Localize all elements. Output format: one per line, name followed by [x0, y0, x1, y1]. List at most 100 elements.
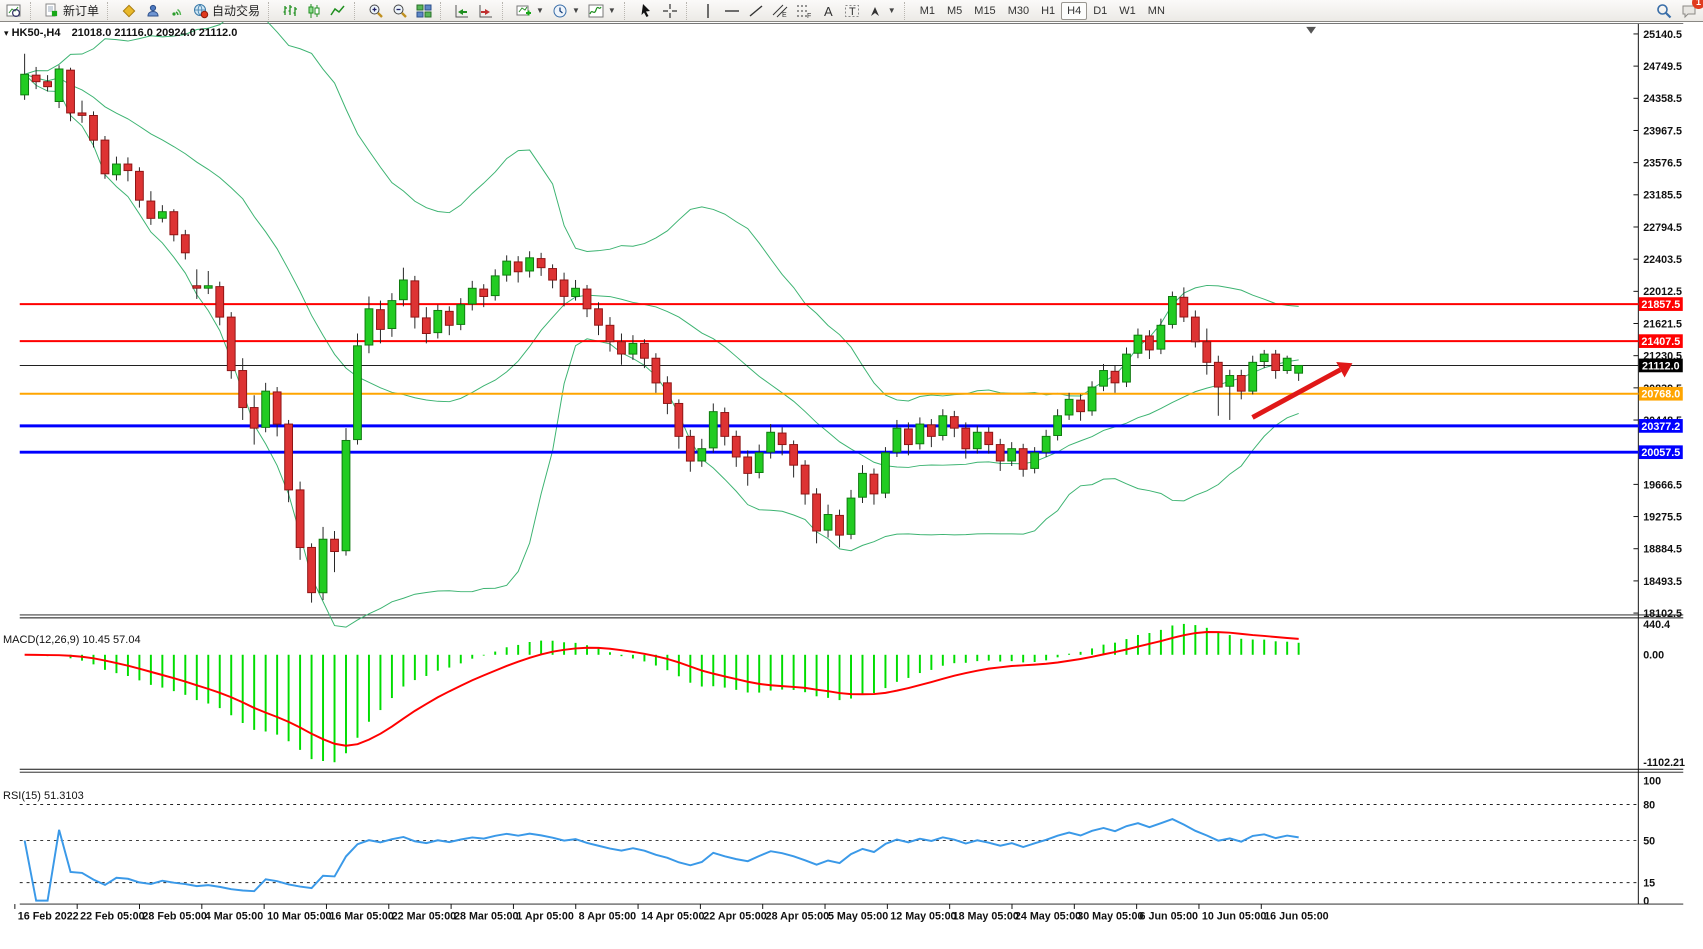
timeframe-mn-button[interactable]: MN	[1142, 2, 1171, 20]
svg-text:28 Feb 05:00: 28 Feb 05:00	[142, 911, 206, 923]
zoom-out-button[interactable]	[388, 0, 412, 23]
crosshair-tool-button[interactable]	[658, 0, 682, 23]
trendline-button[interactable]	[744, 0, 768, 23]
chevron-down-icon: ▼	[887, 6, 896, 15]
toolbar-separator	[268, 1, 274, 20]
chevron-down-icon: ▼	[571, 6, 580, 15]
profiles-button[interactable]	[141, 0, 165, 23]
svg-text:440.4: 440.4	[1643, 619, 1670, 631]
timeframe-m5-button[interactable]: M5	[941, 2, 968, 20]
timeframe-d1-button[interactable]: D1	[1087, 2, 1113, 20]
svg-text:30 May 05:00: 30 May 05:00	[1077, 911, 1143, 923]
signals-button[interactable]	[165, 0, 189, 23]
svg-text:16 Feb 2022: 16 Feb 2022	[18, 911, 79, 923]
hline-tool-icon	[724, 3, 740, 19]
chart-area[interactable]: 25140.5 24749.5 24358.5 23967.5 23576.5 23185…	[0, 22, 1703, 949]
toolbar-separator	[623, 1, 630, 20]
svg-text:0: 0	[1643, 896, 1649, 908]
arrows-button[interactable]: ▼	[864, 0, 900, 23]
svg-text:T: T	[849, 6, 856, 18]
toolbar-group: E F A T ▼	[696, 0, 900, 22]
svg-text:22 Apr 05:00: 22 Apr 05:00	[703, 911, 766, 923]
chart-shift-icon	[478, 3, 494, 19]
chart-shift-button[interactable]	[474, 0, 498, 23]
toolbar-separator	[30, 1, 36, 20]
svg-text:24749.5: 24749.5	[1643, 61, 1682, 73]
timeframe-m15-button[interactable]: M15	[968, 2, 1001, 20]
main-toolbar: 新订单 自动交易 ▼ ▼ ▼ E F A T ▼ M1 M5 M15 M30 H1 H4 D1 W1 MN 1	[0, 0, 1703, 22]
timeframe-h1-button[interactable]: H1	[1035, 2, 1061, 20]
autotrade-icon	[193, 3, 209, 19]
svg-text:22403.5: 22403.5	[1643, 254, 1682, 266]
svg-text:18884.5: 18884.5	[1643, 544, 1682, 556]
indicators-button[interactable]: ▼	[584, 0, 620, 23]
chevron-down-icon: ▼	[607, 6, 616, 15]
fibonacci-button[interactable]: F	[792, 0, 816, 23]
search-button[interactable]	[1652, 0, 1676, 23]
bar-chart-button[interactable]	[278, 0, 302, 23]
toolbar-group	[278, 0, 350, 22]
periods-button[interactable]: ▼	[548, 0, 584, 23]
timeframe-m30-button[interactable]: M30	[1002, 2, 1035, 20]
svg-text:16 Jun 05:00: 16 Jun 05:00	[1264, 911, 1328, 923]
auto-scroll-icon	[454, 3, 470, 19]
cursor-tool-button[interactable]	[634, 0, 658, 23]
mt4-window: 新订单 自动交易 ▼ ▼ ▼ E F A T ▼ M1 M5 M15 M30 H1 H4 D1 W1 MN 1 251…	[0, 0, 1703, 949]
zoom-out-icon	[392, 3, 408, 19]
svg-text:23185.5: 23185.5	[1643, 190, 1682, 202]
toolbar-group: 新订单	[40, 0, 103, 22]
equidistant-channel-button[interactable]: E	[768, 0, 792, 23]
new-order-button-label: 新订单	[63, 4, 100, 18]
signal-icon	[169, 3, 185, 19]
svg-text:E: E	[782, 12, 787, 19]
price-chart-canvas[interactable]: 25140.5 24749.5 24358.5 23967.5 23576.5 23185…	[0, 22, 1703, 949]
toolbar-group: ▼ ▼ ▼	[512, 0, 620, 22]
toolbar-group	[634, 0, 682, 22]
svg-text:100: 100	[1643, 775, 1661, 787]
svg-text:22794.5: 22794.5	[1643, 222, 1682, 234]
text-label-button[interactable]: T	[840, 0, 864, 23]
svg-text:F: F	[807, 13, 811, 19]
auto-trading-button[interactable]: 自动交易	[189, 0, 264, 23]
toolbar-group	[2, 0, 26, 22]
notifications-button[interactable]: 1	[1677, 0, 1703, 23]
svg-text:20768.0: 20768.0	[1641, 389, 1680, 401]
toolbar-group	[450, 0, 498, 22]
zoom-in-button[interactable]	[364, 0, 388, 23]
svg-text:4 Mar 05:00: 4 Mar 05:00	[205, 911, 264, 923]
timeframe-m1-button[interactable]: M1	[914, 2, 941, 20]
search-icon	[1656, 3, 1672, 19]
svg-text:80: 80	[1643, 799, 1655, 811]
gold-diamond-icon	[121, 3, 137, 19]
toolbar-group: 自动交易	[117, 0, 264, 22]
tile-windows-button[interactable]	[412, 0, 436, 23]
candlestick-chart-button[interactable]	[302, 0, 326, 23]
notification-badge: 1	[1692, 0, 1703, 9]
auto-scroll-button[interactable]	[450, 0, 474, 23]
svg-text:21857.5: 21857.5	[1641, 299, 1680, 311]
window-chart-icon	[6, 3, 22, 19]
symbol-timeframe-label: HK50-,H4	[11, 27, 61, 39]
svg-text:22012.5: 22012.5	[1643, 286, 1682, 298]
window-chart-icon[interactable]	[2, 0, 26, 23]
text-button[interactable]: A	[816, 0, 840, 23]
svg-text:8 Apr 05:00: 8 Apr 05:00	[579, 911, 637, 923]
market-watch-button[interactable]	[117, 0, 141, 23]
horizontal-line-button[interactable]	[720, 0, 744, 23]
new-chart-button[interactable]: ▼	[512, 0, 548, 23]
vline-tool-icon	[700, 3, 716, 19]
chart-title: ▾ HK50-,H4 21018.0 21116.0 20924.0 21112…	[4, 27, 237, 39]
new-order-button[interactable]: 新订单	[40, 0, 103, 23]
timeframe-h4-button[interactable]: H4	[1061, 1, 1088, 20]
channel-tool-icon: E	[772, 3, 788, 19]
candlestick-icon	[306, 3, 322, 19]
symbol-marker-icon: ▾	[4, 28, 9, 38]
toolbar-group	[364, 0, 436, 22]
vertical-line-button[interactable]	[696, 0, 720, 23]
timeframe-w1-button[interactable]: W1	[1113, 2, 1142, 20]
svg-text:20377.2: 20377.2	[1641, 421, 1680, 433]
zoom-in-icon	[368, 3, 384, 19]
new-chart-icon	[516, 3, 532, 19]
line-chart-button[interactable]	[326, 0, 350, 23]
svg-text:20057.5: 20057.5	[1641, 447, 1680, 459]
